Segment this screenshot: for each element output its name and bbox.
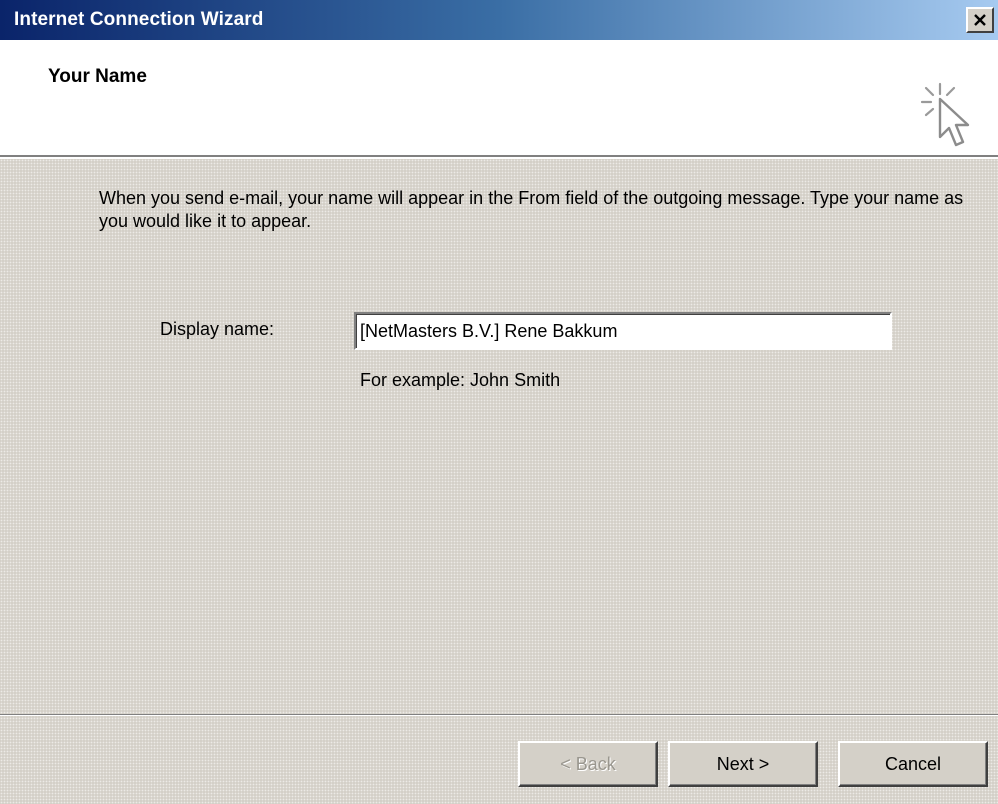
- display-name-hint: For example: John Smith: [360, 370, 561, 390]
- cancel-button[interactable]: Cancel: [838, 741, 988, 787]
- button-separator: [0, 714, 998, 716]
- wizard-content: When you send e-mail, your name will app…: [0, 157, 998, 717]
- back-button[interactable]: < Back: [518, 741, 658, 787]
- wizard-window: Internet Connection Wizard Your Name Whe…: [0, 0, 998, 804]
- wizard-cursor-icon: [920, 82, 970, 147]
- window-title: Internet Connection Wizard: [14, 9, 264, 30]
- next-button[interactable]: Next >: [668, 741, 818, 787]
- intro-text: When you send e-mail, your name will app…: [99, 188, 964, 231]
- display-name-input[interactable]: [354, 312, 892, 350]
- wizard-header: Your Name: [0, 40, 998, 159]
- display-name-label: Display name:: [160, 319, 275, 339]
- close-button[interactable]: [966, 7, 994, 33]
- page-title: Your Name: [48, 66, 147, 87]
- close-icon: [974, 14, 986, 26]
- title-bar[interactable]: Internet Connection Wizard: [0, 0, 998, 40]
